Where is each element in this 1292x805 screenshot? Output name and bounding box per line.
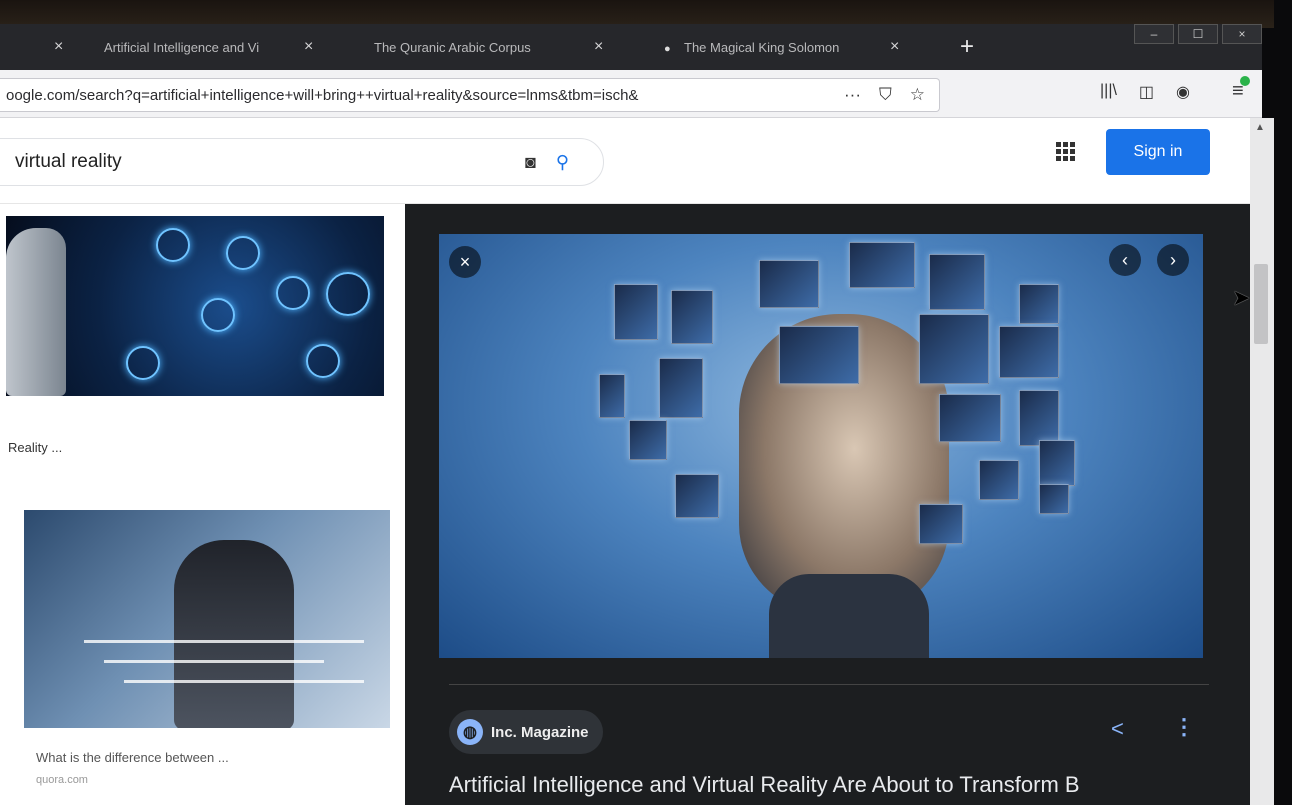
update-badge (1239, 76, 1250, 86)
tab-close-icon[interactable]: × (594, 38, 603, 56)
network-node (326, 272, 370, 316)
search-icon[interactable]: ⚲ (556, 152, 569, 173)
floating-screen (919, 504, 963, 544)
floating-screen (1019, 390, 1059, 446)
page-scrollbar[interactable]: ▲ (1250, 118, 1274, 805)
network-node (201, 298, 235, 332)
tab-bar: × Artificial Intelligence and Vi × The Q… (0, 24, 1262, 70)
tab-close-icon[interactable]: × (304, 38, 313, 56)
tab-2[interactable]: Artificial Intelligence and Vi × (90, 24, 360, 70)
search-input[interactable]: virtual reality (15, 151, 525, 173)
floating-screen (671, 290, 713, 344)
person-with-headset (174, 540, 294, 728)
floating-screen (919, 314, 989, 384)
floating-screen (999, 326, 1059, 378)
audio-playing-icon: ● (664, 43, 671, 55)
floating-screen (614, 284, 658, 340)
floating-screen (675, 474, 719, 518)
new-tab-button[interactable]: + (960, 33, 974, 61)
robot-figure (6, 228, 66, 396)
search-box[interactable]: virtual reality ◙ ⚲ (0, 138, 604, 186)
minimize-button[interactable]: – (1134, 24, 1174, 44)
more-options-icon[interactable]: ⋮ (1173, 714, 1195, 740)
close-preview-button[interactable]: × (449, 246, 481, 278)
network-node (276, 276, 310, 310)
floating-screen (629, 420, 667, 460)
sign-in-button[interactable]: Sign in (1106, 129, 1210, 175)
result-caption[interactable]: What is the difference between ... (36, 750, 229, 765)
google-images-page: virtual reality ◙ ⚲ Sign in Reality ... … (0, 118, 1250, 805)
google-apps-icon[interactable] (1056, 142, 1075, 161)
image-preview-panel: × ‹ › ◍ Inc. Magazine < ⋮ Artificial Int… (405, 204, 1250, 805)
hologram-line (124, 680, 364, 683)
hologram-line (84, 640, 364, 643)
library-icon[interactable]: |||\ (1100, 82, 1117, 102)
woman-neck (769, 574, 929, 658)
network-node (226, 236, 260, 270)
scroll-thumb[interactable] (1254, 264, 1268, 344)
image-results-column: Reality ... What is the difference betwe… (0, 204, 405, 805)
tab-title: The Quranic Arabic Corpus (374, 39, 531, 55)
floating-screen (1019, 284, 1059, 324)
share-icon[interactable]: < (1111, 716, 1124, 742)
preview-image[interactable]: × ‹ › (439, 234, 1203, 658)
floating-screen (659, 358, 703, 418)
result-caption[interactable]: Reality ... (8, 440, 62, 455)
url-text[interactable]: oogle.com/search?q=artificial+intelligen… (0, 87, 844, 104)
scroll-up-arrow-icon[interactable]: ▲ (1255, 122, 1265, 133)
navigation-bar: oogle.com/search?q=artificial+intelligen… (0, 70, 1262, 118)
tab-title: The Magical King Solomon (684, 39, 840, 55)
tab-close-icon[interactable]: × (54, 38, 63, 56)
floating-screen (1039, 440, 1075, 486)
network-node (126, 346, 160, 380)
account-icon[interactable]: ◉ (1176, 82, 1190, 102)
address-bar[interactable]: oogle.com/search?q=artificial+intelligen… (0, 78, 940, 112)
google-header: virtual reality ◙ ⚲ Sign in (0, 118, 1250, 204)
result-thumbnail-ai-network[interactable] (6, 216, 384, 396)
window-controls: – ☐ × (1134, 24, 1262, 48)
bookmark-star-icon[interactable]: ☆ (910, 85, 925, 105)
globe-icon: ◍ (457, 719, 483, 745)
tab-title: Artificial Intelligence and Vi (104, 39, 260, 55)
result-source: quora.com (36, 774, 88, 786)
preview-title[interactable]: Artificial Intelligence and Virtual Real… (449, 772, 1239, 798)
floating-screen (1039, 484, 1069, 514)
tab-close-icon[interactable]: × (890, 38, 899, 56)
network-node (156, 228, 190, 262)
camera-search-icon[interactable]: ◙ (525, 152, 536, 173)
close-window-button[interactable]: × (1222, 24, 1262, 44)
hologram-line (104, 660, 324, 663)
maximize-button[interactable]: ☐ (1178, 24, 1218, 44)
floating-screen (979, 460, 1019, 500)
tab-1[interactable]: × (0, 24, 90, 70)
floating-screen (759, 260, 819, 308)
divider (449, 684, 1209, 685)
floating-screen (599, 374, 625, 418)
network-node (306, 344, 340, 378)
floating-screen (779, 326, 859, 384)
hamburger-menu-icon[interactable]: ≡ (1232, 76, 1250, 103)
mouse-cursor-icon: ➤ (1232, 285, 1251, 310)
tab-4[interactable]: ● The Magical King Solomon × (650, 24, 950, 70)
pocket-icon[interactable]: ⛉ (879, 85, 892, 105)
tab-3[interactable]: The Quranic Arabic Corpus × (360, 24, 650, 70)
previous-image-button[interactable]: ‹ (1109, 244, 1141, 276)
floating-screen (929, 254, 985, 310)
screen-bezel-right (1274, 0, 1292, 805)
more-actions-icon[interactable]: ··· (844, 85, 861, 105)
next-image-button[interactable]: › (1157, 244, 1189, 276)
floating-screen (849, 242, 915, 288)
result-thumbnail-vr-headset[interactable] (24, 510, 390, 728)
source-chip[interactable]: ◍ Inc. Magazine (449, 710, 603, 754)
sidebar-icon[interactable]: ◫ (1139, 82, 1154, 102)
source-name: Inc. Magazine (491, 723, 589, 741)
floating-screen (939, 394, 1001, 442)
